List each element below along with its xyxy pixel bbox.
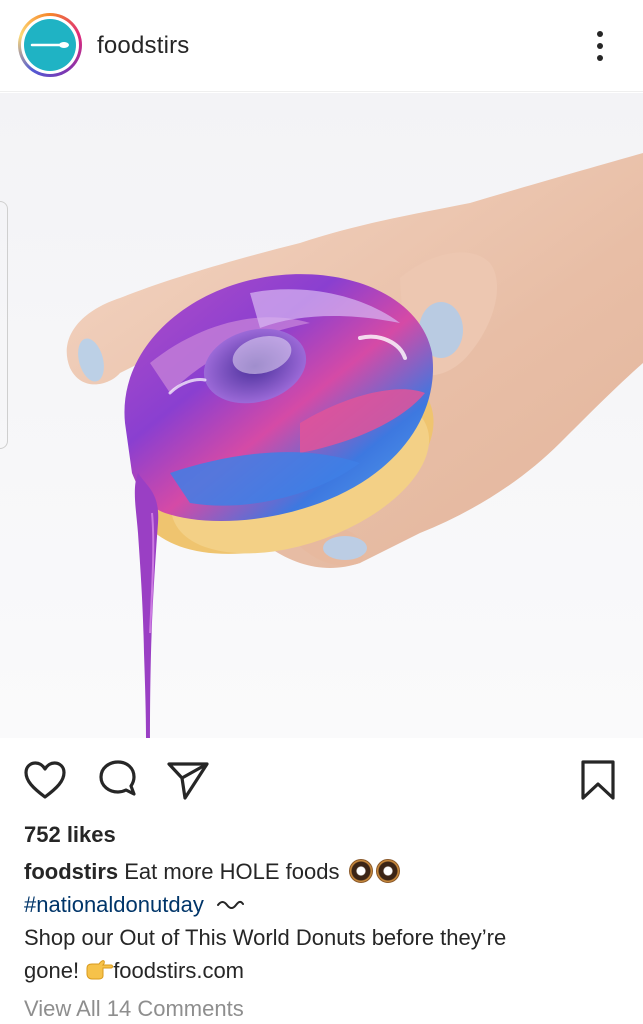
donut-emoji-icon [348,859,373,883]
caption-username-link[interactable]: foodstirs [24,859,118,884]
wave-emoji-icon [216,900,244,909]
comment-icon[interactable] [95,758,141,802]
caption-line-2: Shop our Out of This World Donuts before… [24,925,507,950]
website-link[interactable]: foodstirs.com [113,958,244,983]
hashtag-link[interactable]: #nationaldonutday [24,892,204,917]
post-header: foodstirs [0,0,643,92]
post-image[interactable] [0,93,643,738]
edge-tab[interactable] [0,201,8,449]
caption-text: Eat more HOLE foods [124,859,340,884]
foodstirs-logo-icon [24,19,76,71]
send-icon[interactable] [165,758,211,802]
action-bar [0,738,643,818]
heart-icon[interactable] [22,758,68,802]
username-link[interactable]: foodstirs [97,32,190,60]
like-count[interactable]: 752 likes [24,822,116,848]
view-comments-link[interactable]: View All 14 Comments [24,996,244,1022]
instagram-post: foodstirs 752 likes foodstirs Eat more H… [0,0,643,1024]
post-caption: foodstirs Eat more HOLE foods #nationald… [24,855,624,987]
bookmark-icon[interactable] [575,758,621,802]
avatar[interactable] [18,13,82,77]
caption-line-3: gone! [24,958,80,983]
more-options-icon[interactable] [588,26,612,66]
pointing-right-emoji-icon [86,960,114,980]
donut-emoji-icon [375,859,400,883]
